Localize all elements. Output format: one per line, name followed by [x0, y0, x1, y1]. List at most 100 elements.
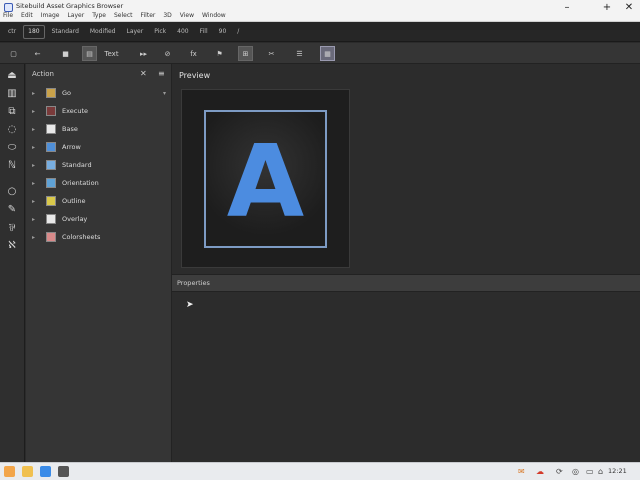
volume-icon[interactable]: ▭ — [586, 467, 594, 476]
action-swatch — [46, 196, 56, 206]
action-row[interactable]: ▸ Execute — [32, 104, 168, 118]
preview-glyph: A — [226, 123, 305, 240]
preview-frame: A — [204, 110, 327, 248]
action-label: Outline — [62, 197, 86, 205]
transform-icon[interactable]: ℵ — [5, 238, 19, 252]
panel-icon[interactable]: ▦ — [320, 46, 335, 61]
scissors-icon[interactable]: ✂ — [264, 46, 279, 61]
action-row[interactable]: ▸ Colorsheets — [32, 230, 168, 244]
pointer-icon[interactable]: ⏏ — [5, 68, 19, 82]
menu-item-type[interactable]: Type — [92, 12, 106, 19]
play-icon[interactable]: ▸▸ — [136, 46, 151, 61]
panel-menu-icon[interactable]: ≡ — [158, 69, 165, 78]
cloud-icon[interactable]: ☁ — [536, 467, 544, 476]
files-icon[interactable] — [22, 466, 33, 477]
app-icon[interactable] — [58, 466, 69, 477]
actions-panel-header: Action ✕ ≡ — [26, 68, 172, 82]
grid-icon[interactable]: ▤ — [82, 46, 97, 61]
book-icon[interactable]: ▥ — [5, 86, 19, 100]
sync-icon[interactable]: ⟳ — [556, 467, 563, 476]
menu-item-layer[interactable]: Layer — [67, 12, 84, 19]
menu-item-edit[interactable]: Edit — [21, 12, 33, 19]
toolbar-item[interactable]: ctr — [4, 25, 20, 39]
preview-canvas[interactable]: A — [181, 89, 350, 268]
action-row[interactable]: ▸ Orientation — [32, 176, 168, 190]
flag-icon[interactable]: ⚑ — [212, 46, 227, 61]
action-row[interactable]: ▸ Arrow — [32, 140, 168, 154]
minimize-button[interactable]: – — [560, 2, 574, 13]
frame-icon[interactable]: ⧉ — [5, 104, 19, 118]
back-arrow-icon[interactable]: ← — [30, 46, 45, 61]
expand-arrow-icon[interactable]: ▸ — [32, 144, 42, 151]
menu-item-window[interactable]: Window — [202, 12, 226, 19]
expand-arrow-icon[interactable]: ▸ — [32, 234, 42, 241]
action-row[interactable]: ▸ Go ▾ — [32, 86, 168, 100]
action-row[interactable]: ▸ Base — [32, 122, 168, 136]
ellipse-icon[interactable]: ○ — [5, 184, 19, 198]
action-label: Colorsheets — [62, 233, 101, 241]
tools-toolbar: ▢ ← ■ ▤ Text ▸▸ ⊘ fx ⚑ ⊞ ✂ ☰ ▦ — [0, 43, 640, 64]
taskbar: 12:21 ✉ ☁ ⟳ ◎ ▭ ⌂ — [0, 462, 640, 480]
maximize-button[interactable]: + — [600, 2, 614, 13]
pen-icon[interactable]: ℕ — [5, 158, 19, 172]
toolbar-item[interactable]: Fill — [196, 25, 212, 39]
toolbar-item[interactable]: Modified — [86, 25, 120, 39]
toolbar-item[interactable]: 400 — [173, 25, 192, 39]
window-title: Sitebuild Asset — [16, 2, 65, 10]
menu-item-3d[interactable]: 3D — [163, 12, 171, 19]
action-row[interactable]: ▸ Outline — [32, 194, 168, 208]
tool-palette: ⏏ ▥ ⧉ ◌ ⬭ ℕ ○ ✎ ⅌ ℵ — [0, 64, 25, 462]
toolbar-item[interactable]: Standard — [48, 25, 83, 39]
action-swatch — [46, 160, 56, 170]
menu-item-filter[interactable]: Filter — [141, 12, 156, 19]
action-label: Orientation — [62, 179, 99, 187]
box-select-icon[interactable]: ⊞ — [238, 46, 253, 61]
toolbar-item[interactable]: / — [233, 25, 243, 39]
expand-arrow-icon[interactable]: ▸ — [32, 180, 42, 187]
close-button[interactable]: ✕ — [622, 2, 636, 13]
toolbar-item[interactable]: Layer — [122, 25, 147, 39]
lines-icon[interactable]: ☰ — [292, 46, 307, 61]
link-icon[interactable]: ⊘ — [160, 46, 175, 61]
brush-icon[interactable]: ✎ — [5, 202, 19, 216]
properties-label: Properties — [177, 279, 210, 287]
menu-item-file[interactable]: File — [3, 12, 13, 19]
eyedropper-icon[interactable]: ⅌ — [5, 220, 19, 234]
toolbar-item[interactable]: 180 — [23, 24, 45, 39]
properties-header[interactable]: Properties — [172, 274, 640, 292]
square-icon[interactable]: ▢ — [6, 46, 21, 61]
text-icon[interactable]: Text — [104, 46, 119, 61]
fx-icon[interactable]: fx — [186, 46, 201, 61]
expand-arrow-icon[interactable]: ▸ — [32, 198, 42, 205]
app-icon — [4, 3, 13, 12]
expand-arrow-icon[interactable]: ▸ — [32, 108, 42, 115]
options-toolbar: ctr 180 Standard Modified Layer Pick 400 Fill 90… — [0, 22, 640, 42]
toolbar-item[interactable]: Pick — [150, 25, 170, 39]
toolbar-item[interactable]: 90 — [215, 25, 231, 39]
action-label: Go — [62, 89, 72, 97]
lasso-icon[interactable]: ◌ — [5, 122, 19, 136]
menu-item-select[interactable]: Select — [114, 12, 133, 19]
action-swatch — [46, 124, 56, 134]
network-icon[interactable]: ◎ — [572, 467, 579, 476]
bucket-icon[interactable]: ⬭ — [5, 140, 19, 154]
dropdown-icon[interactable]: ▾ — [163, 90, 166, 97]
menu-item-image[interactable]: Image — [41, 12, 60, 19]
menu-item-view[interactable]: View — [180, 12, 194, 19]
action-label: Arrow — [62, 143, 81, 151]
action-row[interactable]: ▸ Overlay — [32, 212, 168, 226]
close-icon[interactable]: ✕ — [140, 69, 147, 78]
expand-arrow-icon[interactable]: ▸ — [32, 126, 42, 133]
stop-icon[interactable]: ■ — [58, 46, 73, 61]
start-icon[interactable] — [4, 466, 15, 477]
browser-icon[interactable] — [40, 466, 51, 477]
action-row[interactable]: ▸ Standard — [32, 158, 168, 172]
expand-arrow-icon[interactable]: ▸ — [32, 216, 42, 223]
chat-icon[interactable]: ✉ — [518, 467, 525, 476]
expand-arrow-icon[interactable]: ▸ — [32, 90, 42, 97]
expand-arrow-icon[interactable]: ▸ — [32, 162, 42, 169]
action-swatch — [46, 88, 56, 98]
wifi-icon[interactable]: ⌂ — [598, 467, 603, 476]
window-subtitle: Graphics Browser — [66, 2, 124, 10]
action-label: Execute — [62, 107, 88, 115]
